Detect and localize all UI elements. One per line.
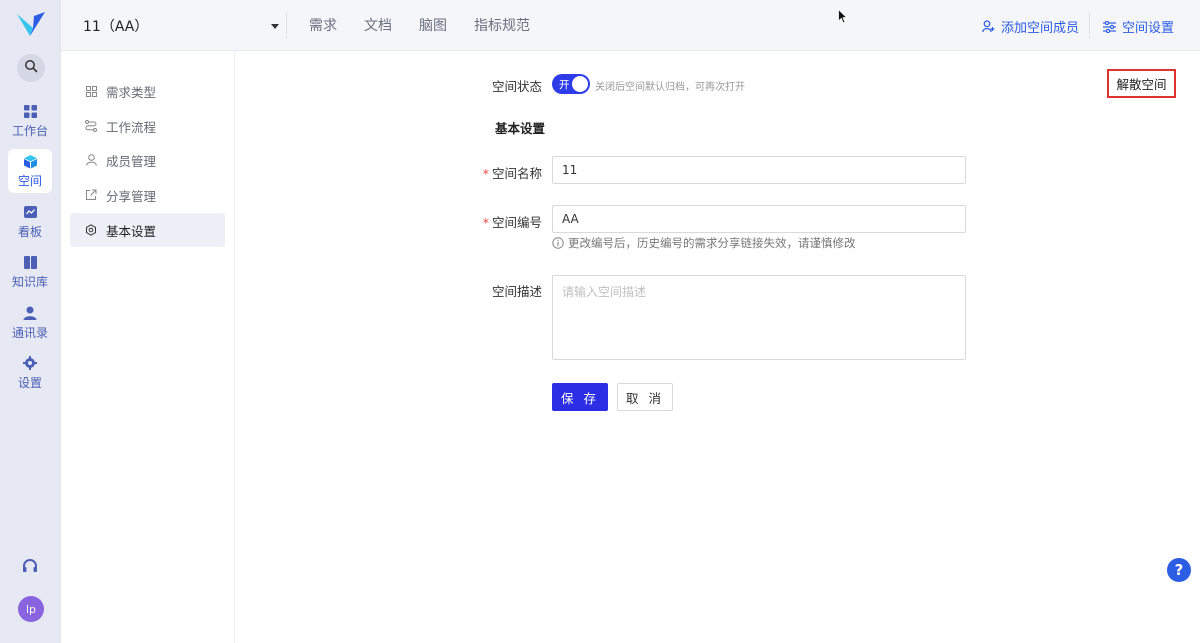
required-mark: * [482,215,489,230]
status-label: 空间状态 [491,79,542,94]
subnav-item-label: 基本设置 [106,223,157,239]
subnav-item-workflow[interactable]: 工作流程 [70,109,225,143]
share-icon [84,188,98,202]
name-label: * 空间名称 [482,166,542,181]
caret-down-icon [271,23,279,29]
tab-metric-specs[interactable]: 指标规范 [474,15,530,35]
space-selector[interactable]: 11（AA） [83,12,279,40]
top-header: 11（AA） 需求 文档 脑图 指标规范 添加空间成员 空间设置 [61,0,1200,51]
mouse-cursor-icon [838,8,848,28]
gear-icon [22,355,38,371]
code-warning: 更改编号后，历史编号的需求分享链接失效，请谨慎修改 [552,235,856,251]
gear-icon [84,223,98,237]
rail-item-contacts[interactable]: 通讯录 [8,301,52,345]
space-name-input[interactable] [552,156,966,184]
user-icon [84,153,98,167]
help-button[interactable] [20,558,40,578]
space-tabs: 需求 文档 脑图 指标规范 [309,15,557,35]
space-status-toggle[interactable]: 开 [552,74,590,94]
subnav-item-members[interactable]: 成员管理 [70,143,225,177]
rail-item-label: 看板 [17,225,42,239]
left-nav-rail: 工作台 空间 看板 知识库 通讯录 设置 lp [0,0,61,643]
code-warning-text: 更改编号后，历史编号的需求分享链接失效，请谨慎修改 [568,236,856,250]
rail-item-label: 工作台 [11,124,48,138]
avatar[interactable]: lp [18,596,44,622]
rail-item-label: 知识库 [11,275,48,289]
tab-requirements[interactable]: 需求 [309,15,337,35]
rail-item-board[interactable]: 看板 [8,200,52,244]
headset-icon [22,558,38,578]
help-fab-button[interactable]: ? [1167,558,1191,582]
rail-item-label: 通讯录 [11,326,48,340]
rail-item-label: 设置 [17,376,42,390]
dissolve-space-button[interactable]: 解散空间 [1107,69,1176,98]
rail-item-knowledge[interactable]: 知识库 [8,250,52,294]
toggle-knob [572,76,588,92]
board-icon [22,204,38,220]
divider [286,12,287,39]
required-mark: * [482,166,489,181]
subnav-item-sharing[interactable]: 分享管理 [70,178,225,212]
contacts-icon [22,305,38,321]
search-button[interactable] [17,54,45,82]
subnav-item-basic-settings[interactable]: 基本设置 [70,213,225,247]
info-icon [552,237,564,249]
rail-item-settings[interactable]: 设置 [8,351,52,395]
grid-icon [84,84,98,98]
flow-icon [84,119,98,133]
divider [1089,12,1090,39]
space-description-input[interactable] [552,275,966,360]
status-hint: 关闭后空间默认归档，可再次打开 [595,82,745,93]
rail-item-space[interactable]: 空间 [8,149,52,193]
add-member-label: 添加空间成员 [1001,21,1080,36]
save-button[interactable]: 保 存 [552,383,608,411]
code-label: * 空间编号 [482,215,542,230]
subnav-item-label: 成员管理 [106,153,157,169]
toggle-text: 开 [559,79,570,91]
space-name: 11（AA） [83,19,149,35]
brand-logo-icon[interactable] [16,10,46,40]
subnav-item-label: 需求类型 [106,84,157,100]
search-icon [24,59,38,77]
cancel-button[interactable]: 取 消 [617,383,673,411]
grid-icon [22,103,38,119]
section-title: 基本设置 [495,121,546,136]
sliders-icon [1103,20,1116,33]
tab-mindmap[interactable]: 脑图 [419,15,447,35]
subnav-item-requirement-types[interactable]: 需求类型 [70,74,225,108]
cube-icon [22,153,38,169]
add-member-button[interactable]: 添加空间成员 [982,17,1079,36]
tab-documents[interactable]: 文档 [364,15,392,35]
add-user-icon [982,20,995,33]
rail-item-workbench[interactable]: 工作台 [8,99,52,143]
subnav-item-label: 工作流程 [106,119,157,135]
rail-item-label: 空间 [17,174,42,188]
subnav-item-label: 分享管理 [106,188,157,204]
space-settings-label: 空间设置 [1122,21,1175,36]
settings-main: 空间状态 开 关闭后空间默认归档，可再次打开 解散空间 基本设置 *空间名称 *… [235,51,1200,643]
book-icon [22,254,38,270]
desc-label: 空间描述 [491,284,542,299]
settings-subnav: 需求类型 工作流程 成员管理 分享管理 基本设置 [61,51,235,643]
space-code-input[interactable] [552,205,966,233]
space-settings-button[interactable]: 空间设置 [1103,17,1174,36]
